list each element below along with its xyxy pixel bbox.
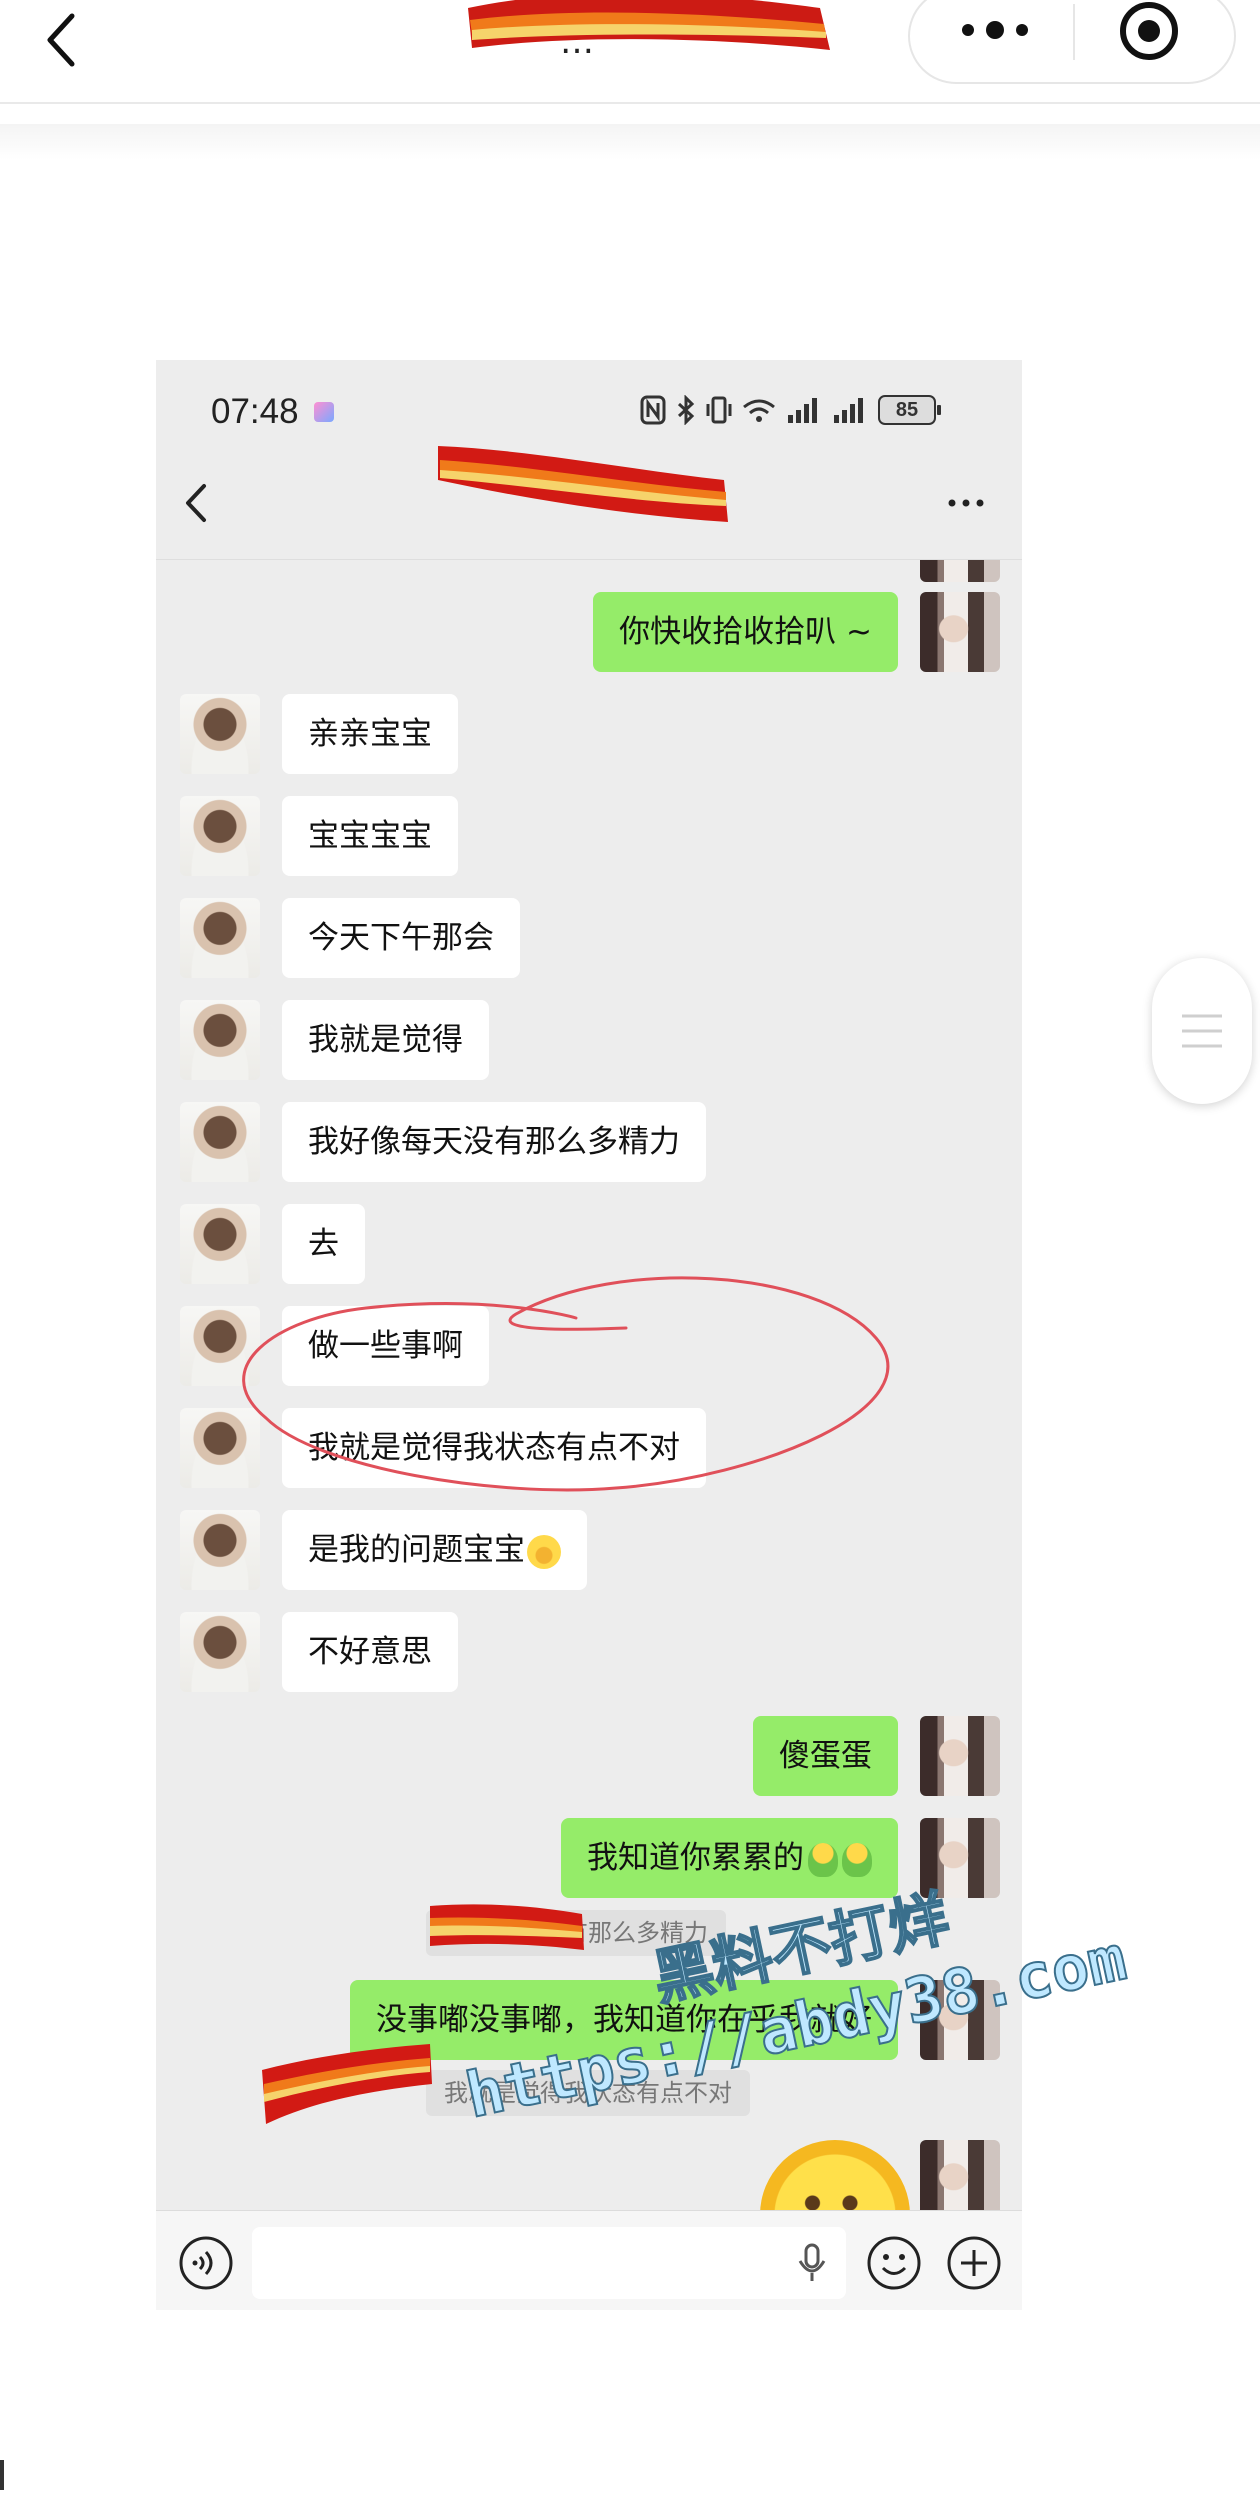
menu-lines-icon (1182, 1014, 1222, 1048)
signal-icon (788, 398, 817, 423)
avatar[interactable] (180, 1000, 260, 1080)
capsule-menu (908, 0, 1236, 84)
plus-icon[interactable] (946, 2235, 1002, 2291)
redaction-mark (262, 2044, 432, 2124)
bluetooth-icon (677, 395, 695, 425)
vibrate-icon (706, 396, 732, 424)
avatar[interactable] (920, 1716, 1000, 1796)
avatar[interactable] (920, 1980, 1000, 2060)
back-arrow-icon[interactable] (40, 10, 90, 70)
message-row: 亲亲宝宝 (180, 694, 580, 774)
more-dots-icon[interactable] (950, 10, 1040, 50)
status-icons: 85 (640, 390, 941, 430)
capsule-divider (1073, 4, 1075, 60)
status-bar: 07:48 85 (156, 360, 1022, 431)
wifi-icon (743, 399, 775, 422)
status-time: 07:48 (211, 392, 299, 431)
input-bar (156, 2210, 1022, 2310)
avatar[interactable] (180, 694, 260, 774)
side-handle[interactable] (1152, 958, 1252, 1104)
redaction-mark (438, 446, 728, 522)
quoted-message[interactable]: 我就是觉得我状态有点不对 (426, 2070, 750, 2116)
annotation-circle (242, 1276, 890, 1492)
edge-mark (0, 2460, 4, 2490)
message-row: 宝宝宝宝 (180, 796, 580, 876)
message-row: 我好像每天没有那么多精力 (180, 1102, 780, 1182)
mic-icon[interactable] (796, 2241, 828, 2285)
nfc-icon (640, 395, 666, 425)
message-bubble[interactable]: 不好意思 (282, 1612, 458, 1692)
message-bubble[interactable]: 宝宝宝宝 (282, 796, 458, 876)
redaction-mark (468, 0, 830, 50)
message-row: 我就是觉得 (180, 1000, 580, 1080)
app-badge-icon (314, 402, 334, 422)
emoji-icon[interactable] (866, 2235, 922, 2291)
avatar[interactable] (920, 2140, 1000, 2210)
hug-emoji-icon (842, 1842, 872, 1877)
message-bubble[interactable]: 你快收拾收拾叭 ~ (593, 592, 898, 672)
avatar[interactable] (180, 898, 260, 978)
message-row: 你快收拾收拾叭 ~ (580, 592, 1000, 672)
hug-emoji-icon (808, 1842, 838, 1877)
message-input[interactable] (252, 2227, 846, 2299)
message-bubble[interactable]: 我就是觉得 (282, 1000, 489, 1080)
avatar[interactable] (180, 1102, 260, 1182)
message-bubble[interactable]: 我好像每天没有那么多精力 (282, 1102, 706, 1182)
message-bubble[interactable]: 我知道你累累的 (561, 1818, 898, 1898)
voice-toggle-icon[interactable] (178, 2235, 234, 2291)
message-bubble[interactable]: 傻蛋蛋 (753, 1716, 898, 1796)
message-row: 傻蛋蛋 (600, 1716, 1000, 1796)
message-bubble[interactable]: 亲亲宝宝 (282, 694, 458, 774)
close-target-icon[interactable] (1116, 0, 1182, 64)
message-row: 不好意思 (180, 1612, 580, 1692)
message-text: 我知道你累累的 (587, 1840, 804, 1876)
avatar[interactable] (920, 560, 1000, 582)
signal-icon-2 (834, 398, 863, 423)
chat-back-icon[interactable] (182, 480, 212, 526)
message-bubble[interactable]: 今天下午那会 (282, 898, 520, 978)
avatar[interactable] (180, 1612, 260, 1692)
battery-icon: 85 (878, 395, 941, 425)
avatar[interactable] (920, 1818, 1000, 1898)
message-row: 我知道你累累的 (440, 1818, 1000, 1898)
avatar[interactable] (920, 592, 1000, 672)
message-row: 今天下午那会 (180, 898, 580, 978)
chat-more-icon[interactable] (946, 488, 986, 518)
avatar[interactable] (180, 796, 260, 876)
divider (0, 124, 1260, 160)
redaction-mark (430, 1904, 584, 1950)
chat-screenshot: 07:48 85 你快收拾收拾叭 ~ 亲亲宝宝 宝宝宝宝 今天下午那会 我就是觉… (156, 360, 1022, 2310)
